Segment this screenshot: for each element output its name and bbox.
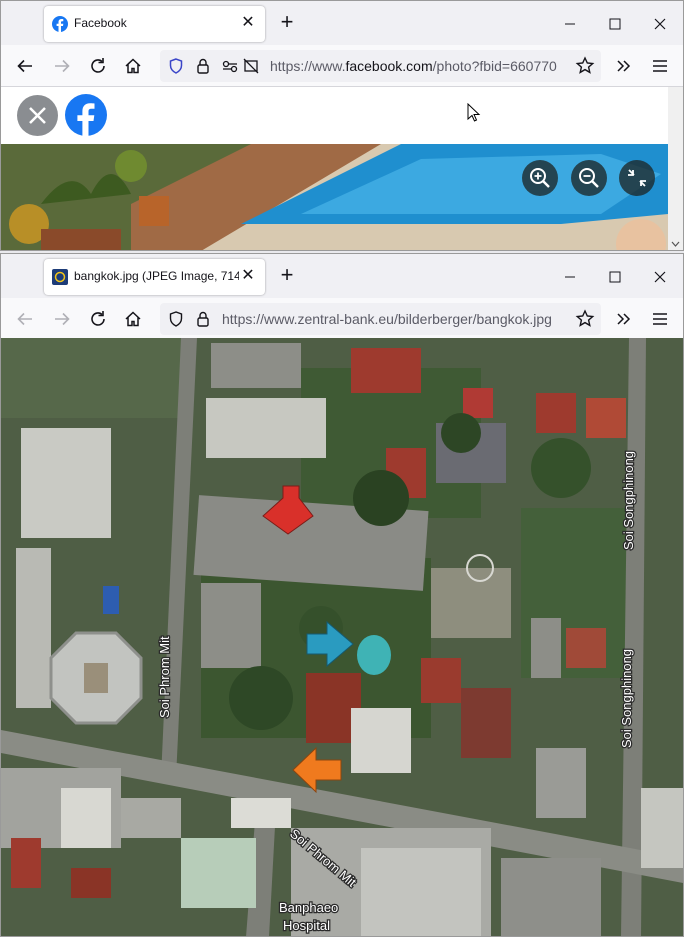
- url-bar[interactable]: https://www.facebook.com/photo?fbid=6607…: [160, 50, 601, 82]
- maximize-icon[interactable]: [604, 266, 626, 288]
- browser-window-image: bangkok.jpg (JPEG Image, 714 ✕ + https:/…: [0, 253, 684, 937]
- forward-icon[interactable]: [51, 308, 73, 330]
- exit-fullscreen-icon: [628, 169, 646, 187]
- tab-bangkok-image[interactable]: bangkok.jpg (JPEG Image, 714 ✕: [44, 259, 265, 295]
- back-icon[interactable]: [14, 308, 36, 330]
- zoom-in-button[interactable]: [522, 160, 558, 196]
- tab-title: Facebook: [74, 16, 127, 30]
- maximize-icon[interactable]: [604, 13, 626, 35]
- close-icon: [29, 107, 46, 124]
- facebook-photo-viewer: [1, 87, 668, 250]
- bookmark-star-icon[interactable]: [574, 308, 596, 330]
- overflow-chevron-icon[interactable]: [613, 308, 635, 330]
- bangkok-satellite-image[interactable]: Soi Phrom Mit Soi Songphinong Soi Songph…: [1, 338, 683, 936]
- exit-fullscreen-button[interactable]: [619, 160, 655, 196]
- lock-icon[interactable]: [194, 310, 212, 328]
- tab-strip: Facebook ✕ +: [1, 1, 683, 45]
- bank-favicon-icon: [52, 269, 68, 285]
- reload-icon[interactable]: [87, 55, 109, 77]
- label-soi-phrom-mit-vertical: Soi Phrom Mit: [157, 636, 172, 718]
- back-icon[interactable]: [14, 55, 36, 77]
- navigation-toolbar: https://www.facebook.com/photo?fbid=6607…: [1, 45, 683, 87]
- label-soi-songphinong-lower: Soi Songphinong: [619, 649, 634, 748]
- close-photo-button[interactable]: [17, 95, 58, 136]
- zoom-out-button[interactable]: [571, 160, 607, 196]
- tab-close-icon[interactable]: ✕: [239, 14, 257, 32]
- permissions-icon[interactable]: [221, 57, 239, 75]
- overflow-chevron-icon[interactable]: [613, 55, 635, 77]
- close-window-icon[interactable]: [649, 266, 671, 288]
- label-hospital: Hospital: [283, 918, 330, 933]
- minimize-icon[interactable]: [559, 13, 581, 35]
- autoplay-blocked-icon[interactable]: [242, 57, 260, 75]
- tracking-protection-shield-icon[interactable]: [167, 57, 185, 75]
- minimize-icon[interactable]: [559, 266, 581, 288]
- url-text: https://www.zentral-bank.eu/bilderberger…: [222, 311, 552, 327]
- label-banphaeo: Banphaeo: [279, 900, 338, 915]
- bookmark-star-icon[interactable]: [574, 55, 596, 77]
- navigation-toolbar: https://www.zentral-bank.eu/bilderberger…: [1, 298, 683, 340]
- browser-window-facebook: Facebook ✕ + https://www.facebook.com/ph…: [0, 0, 684, 251]
- url-text: https://www.facebook.com/photo?fbid=6607…: [270, 58, 557, 74]
- tab-strip: bangkok.jpg (JPEG Image, 714 ✕ +: [1, 254, 683, 298]
- hamburger-menu-icon[interactable]: [649, 308, 671, 330]
- facebook-icon: [52, 16, 68, 32]
- new-tab-icon[interactable]: +: [277, 11, 297, 33]
- tab-title: bangkok.jpg (JPEG Image, 714: [74, 269, 239, 283]
- reload-icon[interactable]: [87, 308, 109, 330]
- mouse-cursor-icon: [467, 103, 481, 122]
- lock-icon[interactable]: [194, 57, 212, 75]
- forward-icon[interactable]: [51, 55, 73, 77]
- new-tab-icon[interactable]: +: [277, 264, 297, 286]
- tab-facebook[interactable]: Facebook ✕: [44, 6, 265, 42]
- home-icon[interactable]: [122, 308, 144, 330]
- url-bar[interactable]: https://www.zentral-bank.eu/bilderberger…: [160, 303, 601, 335]
- tracking-protection-shield-icon[interactable]: [167, 310, 185, 328]
- facebook-photo[interactable]: [1, 144, 668, 250]
- close-window-icon[interactable]: [649, 13, 671, 35]
- vertical-scrollbar[interactable]: [668, 87, 683, 250]
- tab-close-icon[interactable]: ✕: [239, 267, 257, 285]
- home-icon[interactable]: [122, 55, 144, 77]
- zoom-in-icon: [530, 168, 550, 188]
- hamburger-menu-icon[interactable]: [649, 55, 671, 77]
- facebook-logo-icon[interactable]: [65, 94, 107, 136]
- zoom-out-icon: [579, 168, 599, 188]
- label-soi-songphinong-upper: Soi Songphinong: [621, 451, 636, 550]
